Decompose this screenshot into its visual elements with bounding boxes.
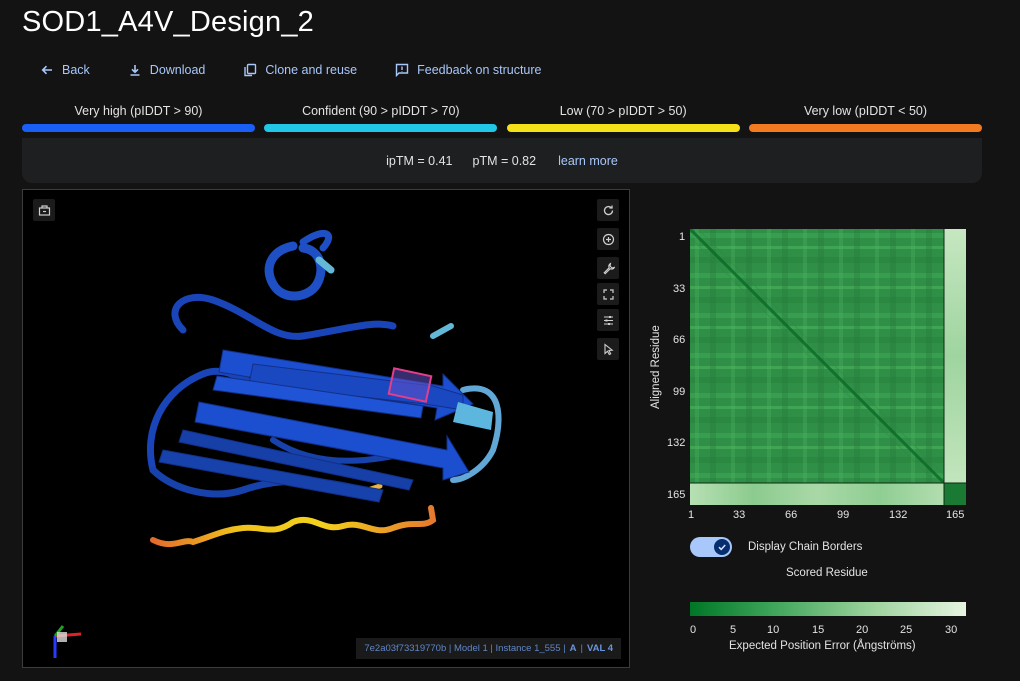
legend-label: Very low (pIDDT < 50) bbox=[803, 104, 928, 118]
legend-very-high: Very high (pIDDT > 90) bbox=[22, 104, 255, 132]
legend-label: Very high (pIDDT > 90) bbox=[74, 104, 203, 118]
pae-scale-title: Expected Position Error (Ångströms) bbox=[729, 640, 916, 652]
sliders-icon bbox=[603, 315, 613, 325]
cursor-icon bbox=[603, 342, 614, 355]
toolbar: Back Download Clone and reuse Feedback o… bbox=[40, 63, 542, 77]
reset-view-button[interactable] bbox=[597, 199, 619, 221]
scale-tick: 25 bbox=[900, 624, 913, 636]
scale-tick: 30 bbox=[945, 624, 958, 636]
clone-label: Clone and reuse bbox=[265, 63, 358, 77]
pae-y-axis-label: Aligned Residue bbox=[650, 325, 662, 409]
pae-heatmap[interactable] bbox=[690, 229, 966, 505]
legend-confident: Confident (90 > pIDDT > 70) bbox=[264, 104, 498, 132]
confidence-metrics: ipTM = 0.41 pTM = 0.82 learn more bbox=[22, 138, 982, 183]
toggle-knob bbox=[714, 539, 730, 555]
y-tick: 66 bbox=[673, 334, 686, 346]
refresh-icon bbox=[603, 205, 613, 215]
settings-button[interactable] bbox=[597, 309, 619, 331]
x-tick: 1 bbox=[688, 509, 695, 521]
scale-tick: 0 bbox=[690, 624, 697, 636]
structure-viewer[interactable]: 7e2a03f73319770b | Model 1 | Instance 1_… bbox=[22, 189, 630, 668]
y-tick: 165 bbox=[667, 489, 686, 501]
selection-separator: | bbox=[580, 643, 583, 654]
ptm-value: pTM = 0.82 bbox=[472, 153, 537, 168]
legend-low: Low (70 > pIDDT > 50) bbox=[506, 104, 740, 132]
scale-tick: 5 bbox=[730, 624, 737, 636]
x-tick: 165 bbox=[946, 509, 965, 521]
selection-chain: A bbox=[569, 643, 577, 654]
legend-label: Confident (90 > pIDDT > 70) bbox=[302, 104, 460, 118]
copy-icon bbox=[244, 63, 257, 77]
legend-bar bbox=[748, 124, 982, 132]
feedback-button[interactable]: Feedback on structure bbox=[395, 63, 542, 77]
back-button[interactable]: Back bbox=[40, 63, 90, 77]
scale-tick: 10 bbox=[767, 624, 780, 636]
y-tick: 33 bbox=[673, 283, 686, 295]
expand-icon bbox=[602, 288, 614, 300]
clone-reuse-button[interactable]: Clone and reuse bbox=[243, 63, 357, 77]
back-label: Back bbox=[62, 63, 90, 77]
chain-borders-label: Display Chain Borders bbox=[748, 541, 863, 553]
legend-bar bbox=[264, 124, 498, 132]
pae-color-scale bbox=[690, 602, 966, 616]
feedback-icon bbox=[395, 63, 409, 77]
camera-icon bbox=[38, 204, 50, 216]
page-title: SOD1_A4V_Design_2 bbox=[22, 6, 314, 38]
screenshot-button[interactable] bbox=[33, 199, 55, 221]
legend-bar bbox=[22, 124, 255, 132]
tools-button[interactable] bbox=[597, 257, 619, 279]
animate-button[interactable] bbox=[597, 228, 619, 250]
y-tick: 132 bbox=[667, 437, 686, 449]
y-tick: 99 bbox=[673, 386, 686, 398]
arrow-left-icon bbox=[41, 65, 52, 75]
selection-residue: VAL 4 bbox=[586, 643, 613, 654]
axis-triad bbox=[53, 625, 82, 658]
chain-borders-toggle-row: Display Chain Borders bbox=[690, 537, 862, 557]
x-tick: 66 bbox=[785, 509, 798, 521]
legend-label: Low (70 > pIDDT > 50) bbox=[559, 104, 687, 118]
selection-prefix: 7e2a03f73319770b | Model 1 | Instance 1_… bbox=[364, 643, 566, 654]
chain-borders-toggle[interactable] bbox=[690, 537, 732, 557]
spin-icon bbox=[602, 233, 614, 245]
y-tick: 1 bbox=[679, 231, 686, 243]
download-label: Download bbox=[149, 63, 206, 77]
pae-x-axis-label: Scored Residue bbox=[786, 567, 868, 579]
download-icon bbox=[130, 65, 140, 76]
selection-info: 7e2a03f73319770b | Model 1 | Instance 1_… bbox=[356, 638, 621, 659]
wrench-icon bbox=[602, 262, 615, 274]
fullscreen-button[interactable] bbox=[597, 283, 619, 305]
x-tick: 99 bbox=[837, 509, 850, 521]
x-tick: 33 bbox=[733, 509, 746, 521]
learn-more-link[interactable]: learn more bbox=[558, 154, 618, 168]
scale-tick: 15 bbox=[812, 624, 825, 636]
protein-structure[interactable] bbox=[23, 190, 629, 667]
download-button[interactable]: Download bbox=[128, 63, 206, 77]
scale-tick: 20 bbox=[856, 624, 869, 636]
x-tick: 132 bbox=[889, 509, 908, 521]
select-mode-button[interactable] bbox=[597, 338, 619, 360]
plddt-legend: Very high (pIDDT > 90) Confident (90 > p… bbox=[22, 104, 982, 132]
iptm-value: ipTM = 0.41 bbox=[386, 153, 453, 168]
feedback-label: Feedback on structure bbox=[417, 63, 542, 77]
legend-bar bbox=[506, 124, 740, 132]
legend-very-low: Very low (pIDDT < 50) bbox=[748, 104, 982, 132]
check-icon bbox=[718, 544, 726, 551]
